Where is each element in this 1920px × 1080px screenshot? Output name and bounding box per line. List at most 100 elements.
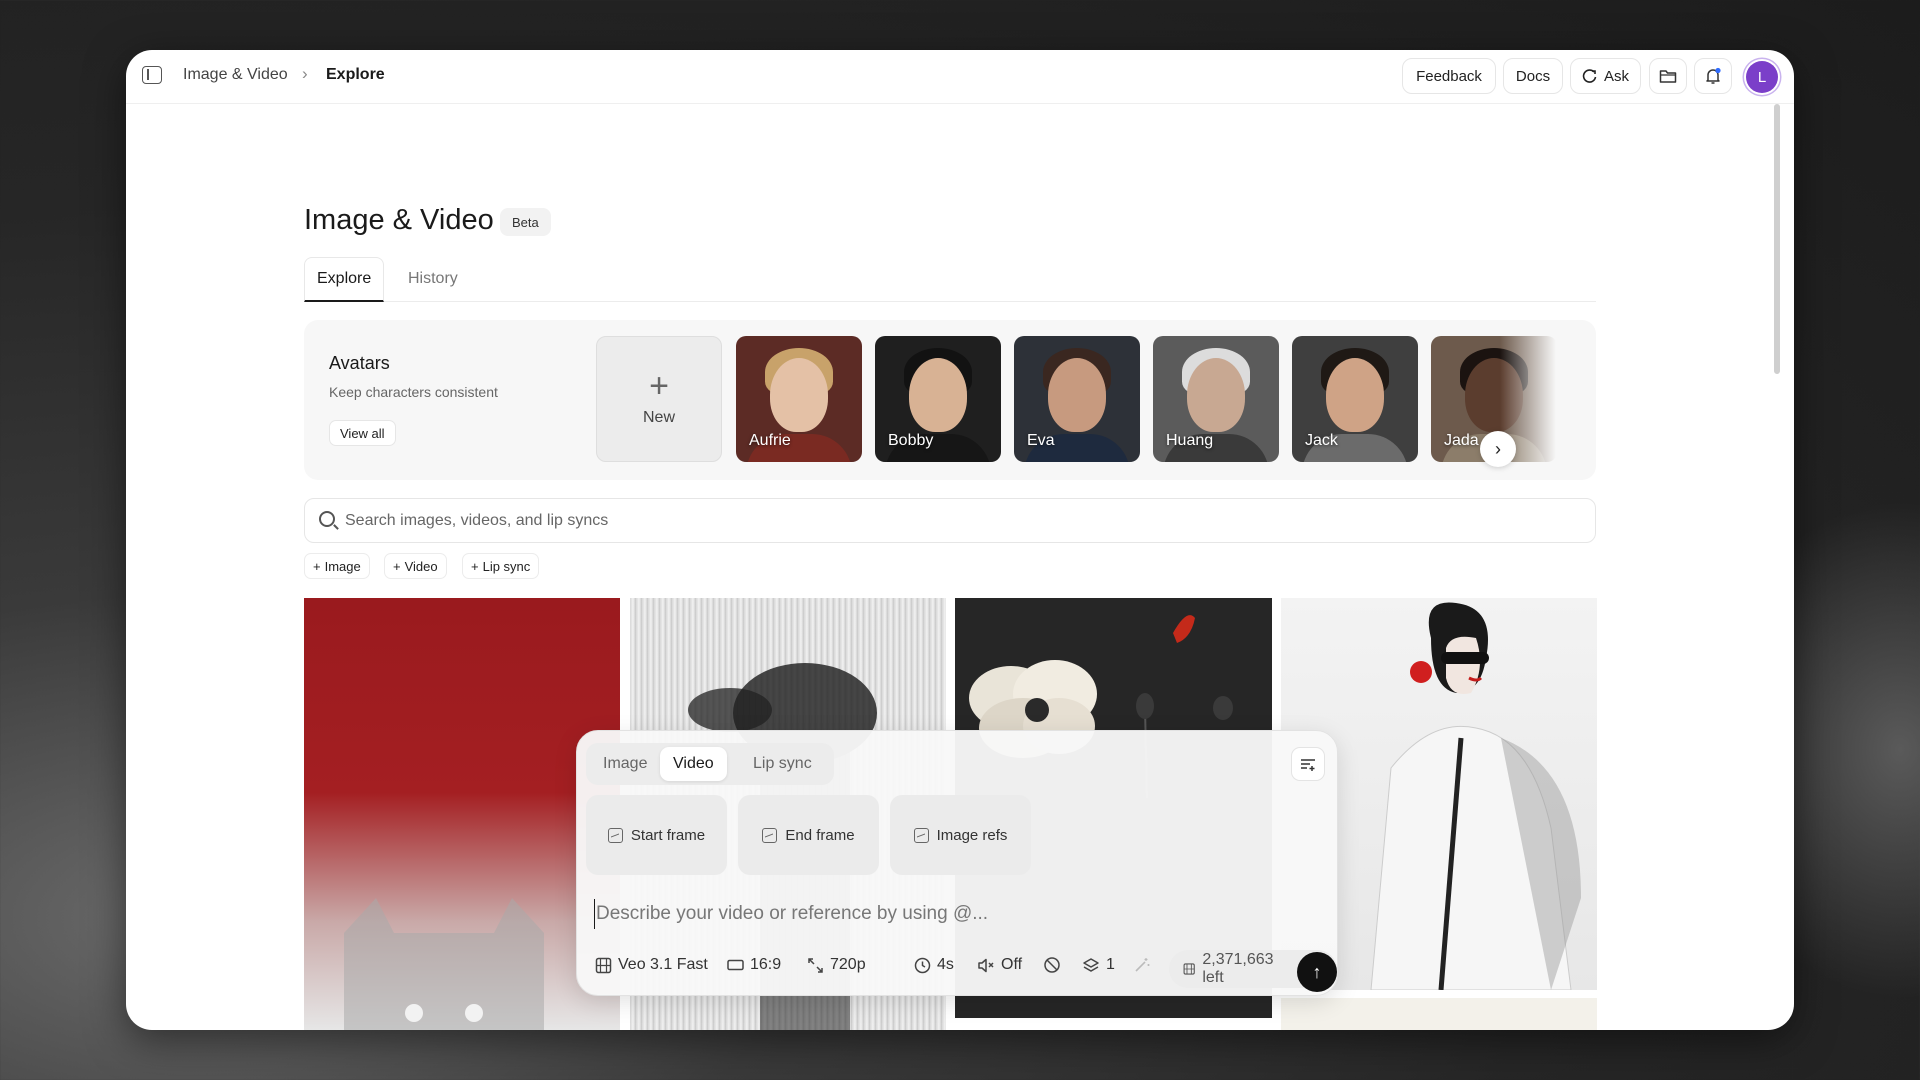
aspect-ratio-icon [727,959,744,971]
docs-button[interactable]: Docs [1503,58,1563,94]
sidebar-toggle-icon[interactable] [142,66,162,84]
avatar-card-huang[interactable]: Huang [1153,336,1279,462]
folder-button[interactable] [1649,58,1687,94]
duration-label: 4s [937,956,954,973]
clock-icon [914,957,931,973]
end-frame-label: End frame [785,826,855,844]
end-frame-button[interactable]: End frame [738,795,879,875]
avatars-next-button[interactable]: › [1480,431,1516,467]
layers-icon [1083,957,1099,972]
search-bar [304,498,1596,543]
plus-icon: + [313,558,321,574]
avatars-title: Avatars [329,353,390,373]
mode-switcher: Image Video Lip sync [586,743,834,785]
credits-label: 2,371,663 left [1202,951,1274,986]
send-button[interactable]: ↑ [1297,952,1337,992]
user-avatar[interactable]: L [1746,61,1778,93]
duration-selector[interactable]: 4s [914,950,954,980]
resize-icon [808,957,823,973]
composer-settings-button[interactable] [1291,747,1325,781]
feedback-label: Feedback [1416,67,1482,85]
audio-label: Off [1001,956,1023,973]
ask-icon [1582,69,1597,83]
avatar-card-jack[interactable]: Jack [1292,336,1418,462]
filter-chip-image[interactable]: + Image [304,553,370,579]
chevron-right-icon: › [302,64,308,83]
breadcrumb-current: Explore [326,66,385,83]
avatar-name: Bobby [888,432,934,449]
tab-history[interactable]: History [396,257,470,301]
avatars-subtitle: Keep characters consistent [329,384,498,400]
resolution-selector[interactable]: 720p [807,950,866,980]
mode-video[interactable]: Video [660,747,727,781]
sliders-icon [1301,759,1315,771]
avatars-panel: Avatars Keep characters consistent View … [304,320,1596,480]
plus-icon: + [471,558,479,574]
bell-icon [1706,67,1721,84]
ask-label: Ask [1603,67,1629,85]
avatar-card-bobby[interactable]: Bobby [875,336,1001,462]
avatar-name: Huang [1166,432,1214,449]
avatar-name: Aufrie [749,432,791,449]
filter-chip-video[interactable]: + Video [384,553,447,579]
aspect-ratio-selector[interactable]: 16:9 [727,950,781,980]
avatar-portrait [909,358,967,432]
audio-toggle[interactable]: Off [977,950,1022,980]
avatar-name: Jada [1444,432,1479,449]
prompt-composer: Image Video Lip sync Start frame End fra… [576,730,1338,996]
image-refs-label: Image refs [936,826,1008,844]
image-icon [762,827,778,843]
chip-label: Image [324,558,361,574]
avatar-portrait [1048,358,1106,432]
avatar-name: Jack [1305,432,1338,449]
model-label: Veo 3.1 Fast [618,956,708,973]
avatar-portrait [1187,358,1245,432]
arrow-up-icon: ↑ [1312,961,1322,982]
tab-explore[interactable]: Explore [304,257,385,302]
mode-lip-sync[interactable]: Lip sync [740,747,825,781]
film-icon [595,957,612,973]
loop-toggle[interactable] [1043,950,1061,980]
new-avatar-button[interactable]: + New [596,336,722,462]
scrollbar[interactable] [1774,104,1780,374]
page-tabs: Explore History [304,257,1596,302]
gallery-item[interactable] [1281,998,1597,1030]
gallery-item[interactable] [304,598,620,1030]
avatar-card-eva[interactable]: Eva [1014,336,1140,462]
cat-silhouette-image [344,898,544,1030]
avatar-portrait [770,358,828,432]
image-icon [607,827,623,843]
chevron-right-icon: › [1495,438,1501,459]
enhance-button[interactable] [1133,950,1151,980]
breadcrumb-root[interactable]: Image & Video [183,66,288,84]
search-input[interactable] [345,499,1575,542]
prompt-input[interactable] [594,899,1314,929]
magic-wand-icon [1135,958,1150,972]
aspect-label: 16:9 [750,956,782,973]
new-avatar-label: New [642,409,675,426]
top-bar: Image & Video › Explore Feedback Docs As… [126,50,1794,104]
mode-image[interactable]: Image [590,747,660,781]
count-label: 1 [1106,956,1115,973]
model-selector[interactable]: Veo 3.1 Fast [595,950,708,980]
count-selector[interactable]: 1 [1082,950,1115,980]
beta-badge: Beta [500,208,551,236]
notifications-button[interactable] [1694,58,1732,94]
feedback-button[interactable]: Feedback [1402,58,1496,94]
film-icon [1183,963,1195,975]
chip-label: Video [404,558,438,574]
avatar-portrait [1326,358,1384,432]
app-window: Image & Video › Explore Feedback Docs As… [126,50,1794,1030]
chip-label: Lip sync [482,558,531,574]
ask-button[interactable]: Ask [1570,58,1641,94]
view-all-button[interactable]: View all [329,420,396,446]
docs-label: Docs [1515,67,1551,85]
image-refs-button[interactable]: Image refs [890,795,1031,875]
start-frame-button[interactable]: Start frame [586,795,727,875]
avatar-name: Eva [1027,432,1055,449]
filter-chip-lip-sync[interactable]: + Lip sync [462,553,540,579]
plus-icon: + [649,367,669,405]
avatar-card-aufrie[interactable]: Aufrie [736,336,862,462]
avatar-initial: L [1757,68,1767,86]
image-icon [913,827,929,843]
